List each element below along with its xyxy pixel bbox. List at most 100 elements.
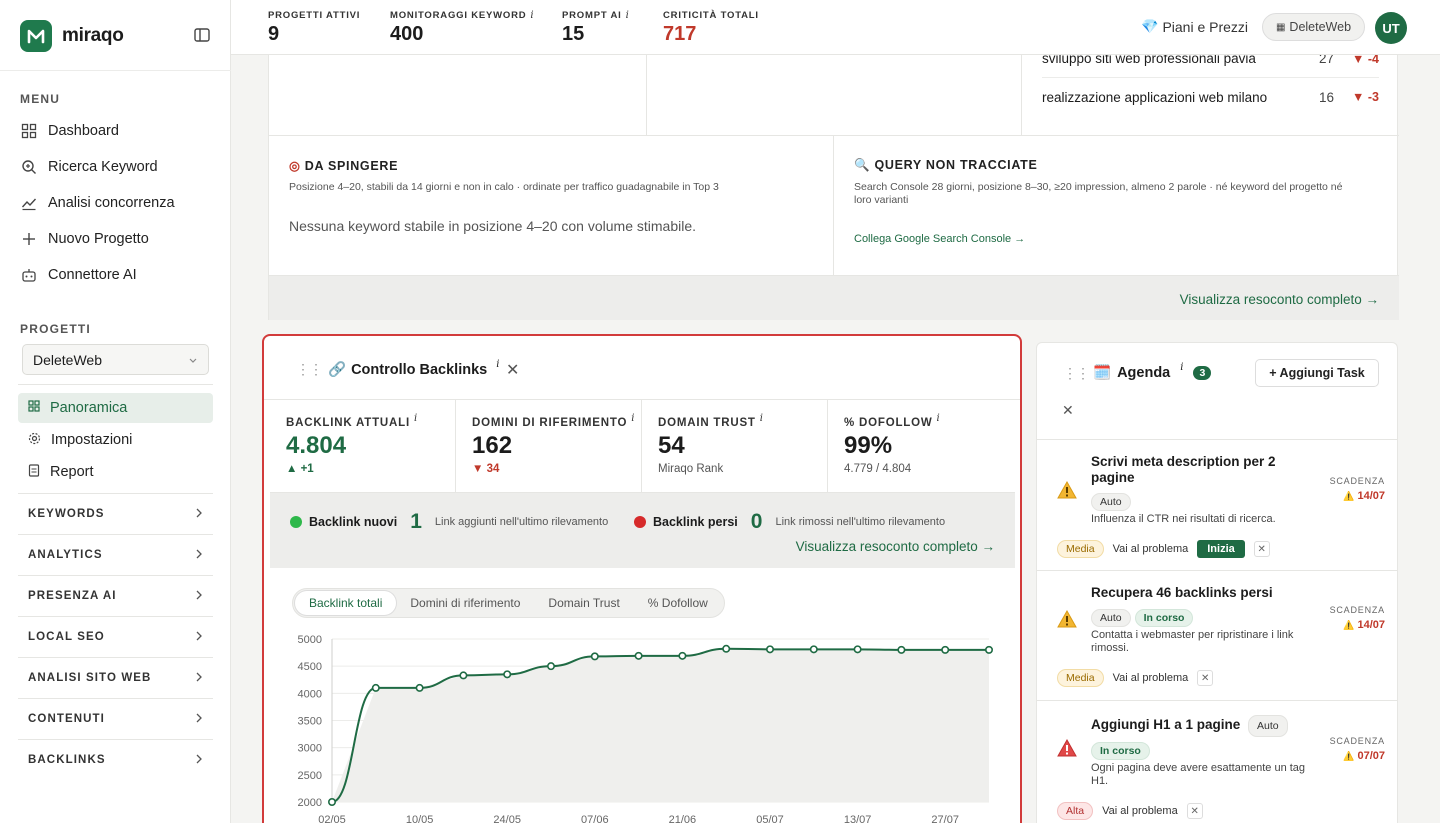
dismiss-icon[interactable]: ✕ <box>1186 803 1203 819</box>
sidebar-toggle-icon[interactable] <box>193 26 213 46</box>
group-analytics[interactable]: ANALYTICS <box>18 534 213 575</box>
menu-item-new-project[interactable]: Nuovo Progetto <box>20 225 220 253</box>
x-tick-label: 13/07 <box>844 814 872 823</box>
task-description: Contatta i webmaster per ripristinare i … <box>1091 629 1294 654</box>
go-to-problem-link[interactable]: Vai al problema <box>1102 805 1178 817</box>
tab-domain-trust[interactable]: Domain Trust <box>534 591 633 615</box>
view-report-link[interactable]: Visualizza resoconto completo → <box>1180 292 1379 307</box>
data-point <box>328 798 337 807</box>
group-ai-presence[interactable]: PRESENZA AI <box>18 575 213 616</box>
drag-handle-icon[interactable]: ⋮⋮ <box>296 361 323 378</box>
task-item[interactable]: Scrivi meta description per 2 pagine Aut… <box>1037 440 1397 571</box>
brand-name: miraqo <box>62 25 124 46</box>
stat-value: 9 <box>268 23 280 45</box>
task-description: Influenza il CTR nei risultati di ricerc… <box>1091 513 1276 525</box>
group-backlinks[interactable]: BACKLINKS <box>18 739 213 780</box>
close-icon[interactable]: ✕ <box>1062 402 1074 419</box>
group-site-analysis[interactable]: ANALISI SITO WEB <box>18 657 213 698</box>
avatar[interactable]: UT <box>1375 12 1407 44</box>
kpi-value: 4.804 <box>286 432 347 459</box>
task-item[interactable]: Aggiungi H1 a 1 pagine Auto In corso Ogn… <box>1037 701 1397 823</box>
go-to-problem-link[interactable]: Vai al problema <box>1113 672 1189 684</box>
start-button[interactable]: Inizia <box>1197 540 1245 558</box>
info-icon[interactable]: i <box>631 413 635 424</box>
divider <box>269 135 1399 136</box>
info-icon[interactable]: i <box>496 359 499 370</box>
kpi-dofollow: % DOFOLLOW i 99% 4.779 / 4.804 <box>828 400 1014 492</box>
brand[interactable]: miraqo <box>20 20 124 52</box>
close-icon[interactable]: ✕ <box>506 360 519 380</box>
stat-active-projects: PROGETTI ATTIVI 9 <box>268 10 360 46</box>
backlinks-report-link[interactable]: Visualizza resoconto completo → <box>796 539 995 554</box>
project-pill[interactable]: ▦ DeleteWeb <box>1262 13 1365 41</box>
chip-auto: Auto <box>1091 493 1131 511</box>
data-point <box>459 671 468 680</box>
grid-icon <box>28 400 40 416</box>
backlinks-changes-band: Backlink nuovi 1 Link aggiunti nell'ulti… <box>270 492 1015 568</box>
group-local-seo[interactable]: LOCAL SEO <box>18 616 213 657</box>
backlinks-line-chart: 2000 2500 3000 3500 4000 4500 5000 02/05 10/05 24… <box>298 634 993 823</box>
info-icon[interactable]: i <box>760 413 764 424</box>
due-date: ⚠️ 14/07 <box>1343 490 1385 502</box>
stat-value: 717 <box>663 23 697 45</box>
group-keywords[interactable]: KEYWORDS <box>18 493 213 534</box>
group-label: ANALYTICS <box>28 549 103 561</box>
data-point <box>371 683 380 692</box>
new-backlinks-desc: Link aggiunti nell'ultimo rilevamento <box>434 516 609 528</box>
info-icon[interactable]: i <box>414 413 418 424</box>
tab-total-backlinks[interactable]: Backlink totali <box>295 591 397 615</box>
x-tick-label: 02/05 <box>318 814 346 823</box>
priority-badge: Media <box>1057 669 1104 687</box>
stat-value: 400 <box>390 23 424 45</box>
keyword-row[interactable]: realizzazione applicazioni web milano 16… <box>1042 78 1379 116</box>
divider <box>0 70 231 71</box>
dismiss-icon[interactable]: ✕ <box>1253 541 1270 557</box>
sidebar-item-overview[interactable]: Panoramica <box>18 393 213 423</box>
task-item[interactable]: Recupera 46 backlinks persi Auto In corso… <box>1037 571 1397 701</box>
stat-label: PROMPT AI i <box>562 10 630 21</box>
building-icon: ▦ <box>1275 21 1286 33</box>
target-icon: ◎ <box>289 159 301 173</box>
sidebar-item-label: Panoramica <box>50 400 128 416</box>
stat-label: CRITICITÀ TOTALI <box>663 10 759 21</box>
connect-gsc-link[interactable]: Collega Google Search Console → <box>854 233 1025 245</box>
kpi-referring-domains: DOMINI DI RIFERIMENTO i 162 ▼ 34 <box>456 400 642 492</box>
dismiss-icon[interactable]: ✕ <box>1197 670 1214 686</box>
data-point <box>722 644 731 653</box>
info-icon[interactable]: i <box>626 10 630 21</box>
info-icon[interactable]: i <box>530 10 534 21</box>
divider <box>1021 55 1022 135</box>
group-label: LOCAL SEO <box>28 631 105 643</box>
menu-item-keyword-research[interactable]: Ricerca Keyword <box>20 153 220 181</box>
x-tick-label: 21/06 <box>669 814 697 823</box>
menu-item-ai-connector[interactable]: Connettore AI <box>20 261 220 289</box>
backlinks-card: ⋮⋮ 🔗 Controllo Backlinks i ✕ BACKLINK ATT… <box>262 334 1022 823</box>
sidebar-item-settings[interactable]: Impostazioni <box>18 425 213 455</box>
menu-item-label: Analisi concorrenza <box>48 195 175 211</box>
push-title: ◎ DA SPINGERE <box>289 159 399 173</box>
tab-referring-domains[interactable]: Domini di riferimento <box>396 591 534 615</box>
plans-link[interactable]: 💎 Piani e Prezzi <box>1141 18 1248 35</box>
data-point <box>415 683 424 692</box>
info-icon[interactable]: i <box>937 413 941 424</box>
data-point <box>765 645 774 654</box>
chevron-right-icon <box>195 590 203 603</box>
add-task-button[interactable]: + Aggiungi Task <box>1255 359 1379 387</box>
group-contents[interactable]: CONTENUTI <box>18 698 213 739</box>
info-icon[interactable]: i <box>1180 362 1183 373</box>
project-select[interactable]: DeleteWeb <box>22 344 209 375</box>
warning-icon <box>1057 480 1077 504</box>
drag-handle-icon[interactable]: ⋮⋮ <box>1063 365 1090 382</box>
chevron-right-icon <box>195 672 203 685</box>
go-to-problem-link[interactable]: Vai al problema <box>1113 543 1189 555</box>
menu-item-dashboard[interactable]: Dashboard <box>20 117 220 145</box>
menu-item-competition[interactable]: Analisi concorrenza <box>20 189 220 217</box>
keyword-delta: ▼ -3 <box>1352 90 1379 104</box>
sidebar-item-report[interactable]: Report <box>18 457 213 487</box>
tab-dofollow[interactable]: % Dofollow <box>634 591 722 615</box>
y-tick-label: 2500 <box>298 770 322 782</box>
stat-value: 15 <box>562 23 585 45</box>
backlinks-card-header: ⋮⋮ 🔗 Controllo Backlinks i ✕ <box>264 336 1020 400</box>
search-icon <box>20 158 38 176</box>
y-tick-label: 3000 <box>298 743 322 755</box>
